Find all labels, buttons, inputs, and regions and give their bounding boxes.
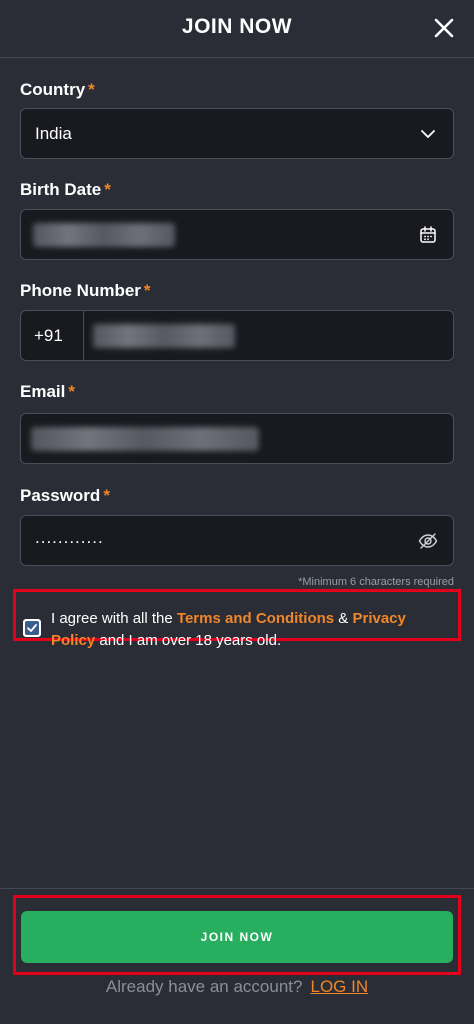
agreement-text-3: and I am over 18 years old. <box>95 632 282 649</box>
birth-date-field[interactable] <box>20 209 454 260</box>
country-value: India <box>35 124 72 143</box>
password-label-text: Password <box>20 486 101 505</box>
country-label: Country * <box>20 80 95 100</box>
phone-field[interactable]: +91 <box>20 310 454 361</box>
country-select[interactable]: India <box>20 108 454 159</box>
phone-prefix-value: +91 <box>34 326 63 345</box>
phone-prefix[interactable]: +91 <box>21 311 84 360</box>
agreement-text-2: & <box>334 610 353 627</box>
required-mark: * <box>88 80 95 99</box>
redacted-birth-date <box>33 223 175 247</box>
login-prompt-text: Already have an account? <box>105 977 303 996</box>
email-label: Email * <box>20 382 75 402</box>
redacted-email <box>31 427 259 451</box>
required-mark: * <box>143 281 151 300</box>
join-button-highlight: JOIN NOW <box>13 895 461 975</box>
phone-label-text: Phone Number <box>20 281 141 300</box>
redacted-phone-number <box>93 324 235 348</box>
page-title: JOIN NOW <box>181 15 293 38</box>
email-field[interactable] <box>20 413 454 464</box>
agree-checkbox[interactable] <box>23 619 41 637</box>
terms-link[interactable]: Terms and Conditions <box>177 610 334 627</box>
login-prompt-line: Already have an account? LOG IN <box>0 977 474 997</box>
required-mark: * <box>103 486 110 505</box>
eye-off-icon[interactable] <box>417 530 439 552</box>
chevron-down-icon <box>417 123 439 145</box>
close-icon[interactable] <box>432 16 456 40</box>
password-label: Password * <box>20 486 110 506</box>
password-value: ............ <box>35 528 104 547</box>
join-now-button[interactable]: JOIN NOW <box>21 911 453 963</box>
calendar-icon[interactable] <box>417 224 439 246</box>
login-link[interactable]: LOG IN <box>310 977 368 996</box>
password-field[interactable]: ............ <box>20 515 454 566</box>
birth-date-label: Birth Date * <box>20 180 111 200</box>
agreement-text-1: I agree with all the <box>51 610 177 627</box>
agreement-text: I agree with all the Terms and Condition… <box>51 608 451 652</box>
header: JOIN NOW <box>0 0 474 58</box>
email-label-text: Email <box>20 382 66 401</box>
phone-label: Phone Number * <box>20 281 151 301</box>
country-label-text: Country <box>20 80 86 99</box>
birth-date-label-text: Birth Date <box>20 180 102 199</box>
agreement-highlight: I agree with all the Terms and Condition… <box>13 589 461 649</box>
required-mark: * <box>104 180 111 199</box>
password-hint: *Minimum 6 characters required <box>298 576 454 588</box>
required-mark: * <box>68 382 75 401</box>
checkmark-icon <box>25 621 39 635</box>
footer-divider <box>0 888 474 889</box>
